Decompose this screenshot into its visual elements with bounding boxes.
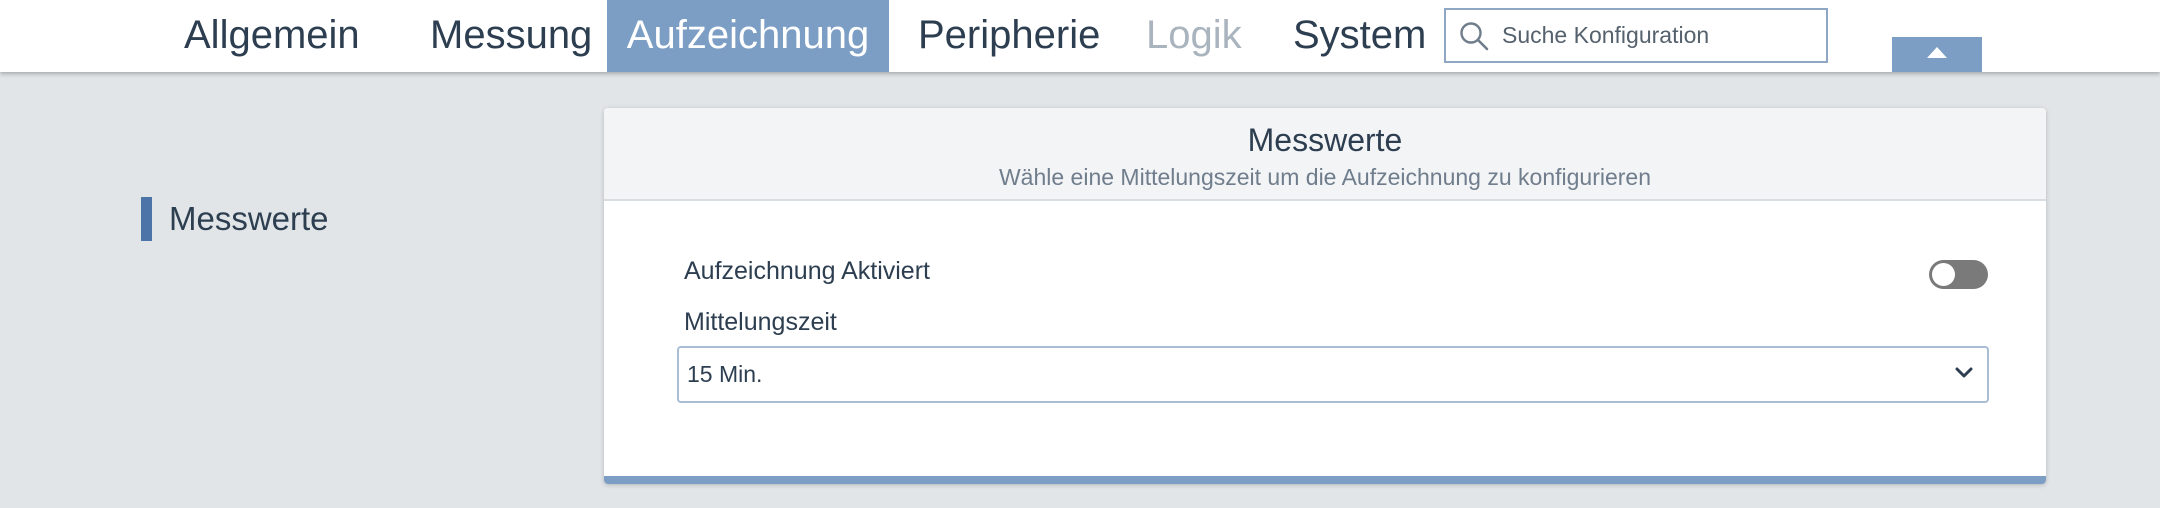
chevron-down-icon	[1955, 366, 1973, 385]
card-footer-bar	[604, 476, 2046, 484]
recording-toggle-label: Aufzeichnung Aktiviert	[684, 257, 930, 285]
search-input[interactable]	[1502, 10, 1820, 61]
tab-peripherie[interactable]: Peripherie	[918, 0, 1118, 72]
top-navigation-bar: Allgemein Messung Aufzeichnung Peripheri…	[0, 0, 2160, 72]
tab-aufzeichnung[interactable]: Aufzeichnung	[607, 0, 889, 72]
search-icon	[1458, 20, 1490, 52]
toggle-knob	[1932, 263, 1955, 286]
tab-system[interactable]: System	[1293, 0, 1433, 72]
collapse-button[interactable]	[1892, 37, 1982, 72]
settings-card: Messwerte Wähle eine Mittelungszeit um d…	[604, 108, 2046, 484]
card-header: Messwerte Wähle eine Mittelungszeit um d…	[604, 108, 2046, 201]
tab-allgemein[interactable]: Allgemein	[184, 0, 394, 72]
card-subtitle: Wähle eine Mittelungszeit um die Aufzeic…	[998, 164, 1652, 190]
active-marker	[141, 197, 152, 241]
tab-logik: Logik	[1146, 13, 1242, 57]
sidebar-item-label: Messwerte	[169, 200, 329, 237]
card-title: Messwerte	[1247, 122, 1403, 158]
recording-toggle[interactable]	[1929, 260, 1988, 289]
caret-up-icon	[1927, 47, 1947, 58]
tab-messung[interactable]: Messung	[430, 0, 620, 72]
search-box[interactable]	[1444, 8, 1828, 63]
averaging-time-label: Mittelungszeit	[684, 308, 837, 336]
averaging-time-select[interactable]: 15 Min.	[677, 346, 1989, 403]
select-value: 15 Min.	[687, 361, 763, 387]
